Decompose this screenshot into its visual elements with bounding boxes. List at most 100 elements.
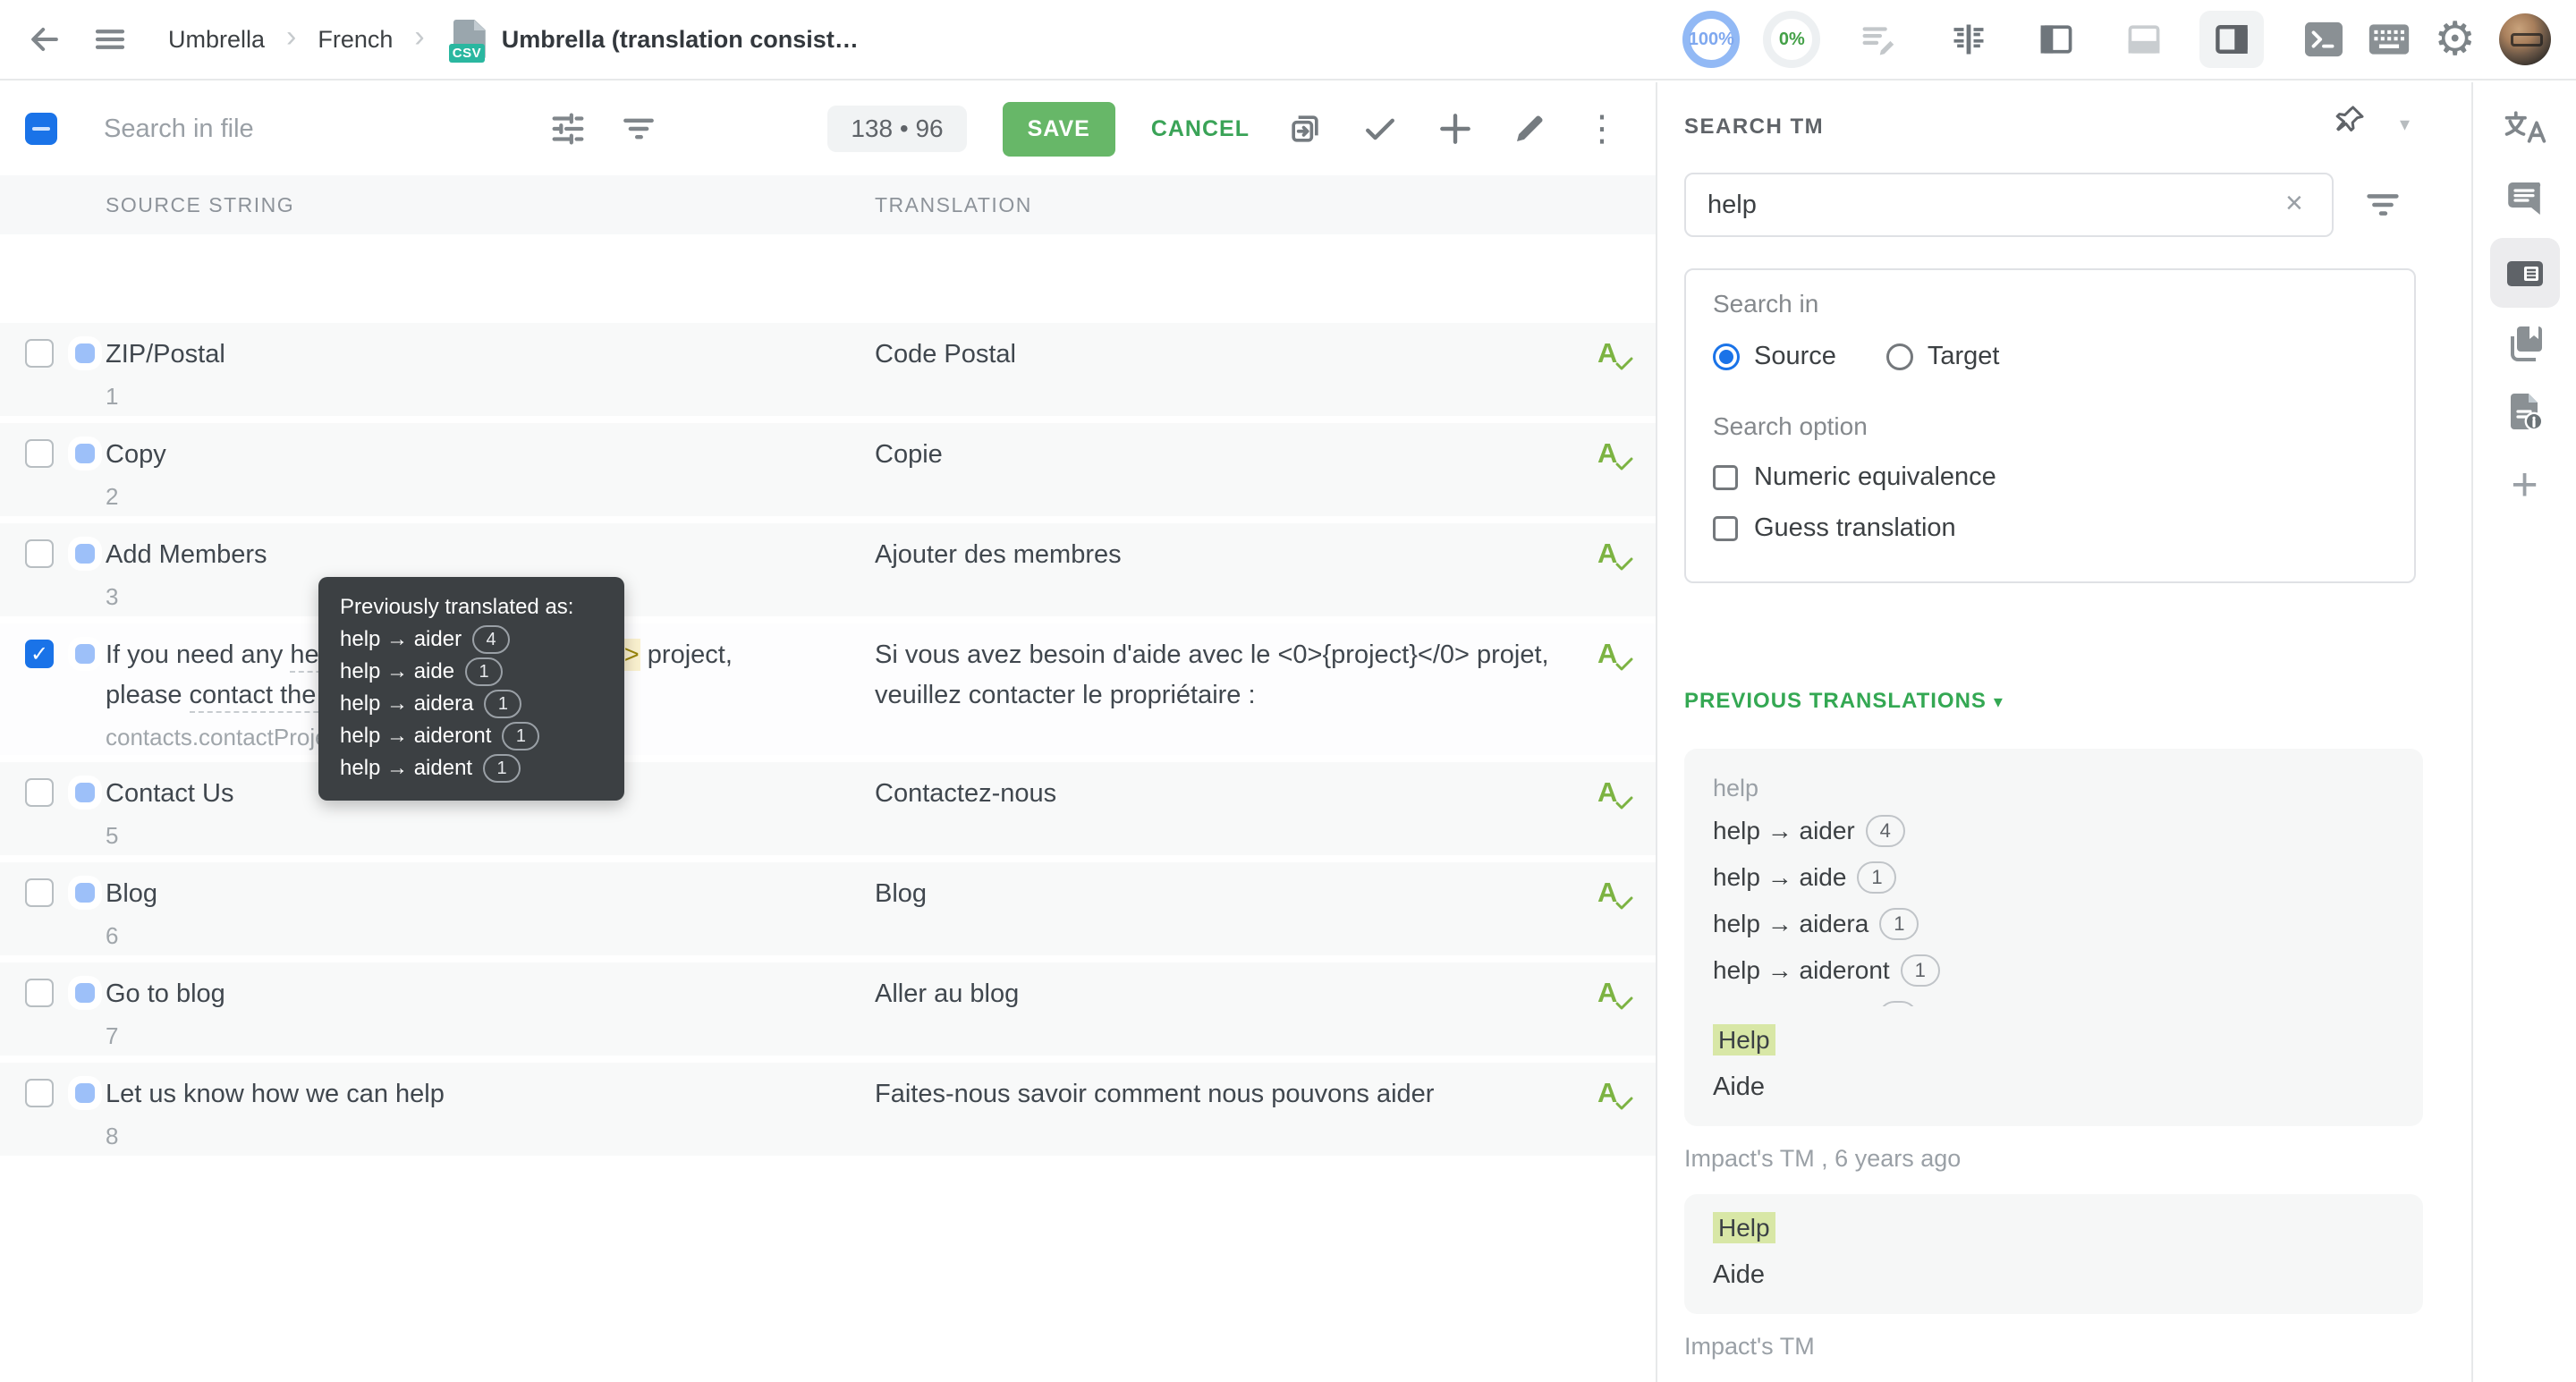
- tm-filter-icon[interactable]: [2362, 184, 2403, 225]
- spellcheck-ok-icon: A: [1597, 337, 1637, 377]
- search-in-file-input[interactable]: Search in file: [104, 114, 254, 144]
- copy-source-icon[interactable]: [1285, 109, 1325, 148]
- table-row[interactable]: Contact Us 5 Contactez-nous A: [0, 762, 1656, 855]
- prev-count-badge: 1: [1857, 861, 1896, 894]
- view-right-panel-icon[interactable]: [2199, 11, 2264, 68]
- spellcheck-ok-icon: A: [1597, 437, 1637, 477]
- translated-progress[interactable]: 100%: [1682, 11, 1740, 68]
- side-tools-strip: +: [2471, 82, 2576, 1382]
- source-text: ZIP/Postal: [106, 335, 848, 375]
- save-button[interactable]: SAVE: [1003, 102, 1115, 157]
- target-radio[interactable]: [1886, 343, 1913, 370]
- panel-title: SEARCH TM: [1684, 114, 1824, 140]
- search-option-label: Search option: [1713, 412, 2387, 441]
- menu-icon[interactable]: [91, 21, 129, 58]
- translation-text: Ajouter des membres: [875, 535, 1590, 575]
- row-checkbox[interactable]: [25, 339, 54, 368]
- tm-result-card[interactable]: Help Aide: [1684, 1194, 2423, 1314]
- tooltip-title: Previously translated as:: [340, 591, 603, 623]
- view-comfortable-icon[interactable]: [1936, 11, 2001, 68]
- keyboard-icon[interactable]: [2368, 22, 2411, 56]
- row-checkbox-checked[interactable]: ✓: [25, 640, 54, 668]
- numeric-equivalence-checkbox[interactable]: [1713, 465, 1738, 490]
- source-text: Blog: [106, 874, 848, 914]
- more-options-icon[interactable]: ⋮: [1584, 108, 1620, 149]
- edit-list-icon[interactable]: [1858, 19, 1899, 60]
- top-bar: Umbrella › French › CSV Umbrella (transl…: [0, 0, 2576, 81]
- breadcrumb-language[interactable]: French: [318, 26, 393, 54]
- row-checkbox[interactable]: [25, 979, 54, 1007]
- string-list: ZIP/Postal 1 Code Postal A Copy 2 Copie …: [0, 242, 1656, 1382]
- guess-translation-label[interactable]: Guess translation: [1754, 513, 1956, 543]
- tm-result-source: Help: [1713, 1024, 1775, 1056]
- comments-icon[interactable]: [2504, 177, 2546, 220]
- table-row[interactable]: Copy 2 Copie A: [0, 423, 1656, 516]
- tm-result-source: Help: [1713, 1212, 1775, 1243]
- row-checkbox[interactable]: [25, 878, 54, 907]
- search-tm-panel: SEARCH TM ▾ × Search in Source Target Se…: [1659, 82, 2471, 1382]
- row-checkbox[interactable]: [25, 1079, 54, 1107]
- spellcheck-ok-icon: A: [1597, 1077, 1637, 1116]
- row-checkbox[interactable]: [25, 439, 54, 468]
- string-status-icon: [75, 343, 95, 363]
- chevron-down-icon[interactable]: ▾: [2400, 113, 2410, 136]
- glossary-icon[interactable]: [2504, 322, 2546, 365]
- settings-gear-icon[interactable]: ⚙: [2434, 13, 2476, 66]
- string-id: 2: [106, 479, 848, 513]
- editor-toolbar: Search in file 138 • 96 SAVE CANCEL: [0, 82, 1656, 175]
- source-radio[interactable]: [1713, 343, 1740, 370]
- filter-settings-icon[interactable]: [547, 108, 589, 149]
- tm-search-input[interactable]: [1684, 173, 2334, 237]
- target-radio-label[interactable]: Target: [1928, 342, 2000, 371]
- source-radio-label[interactable]: Source: [1754, 342, 1836, 371]
- csv-badge: CSV: [449, 44, 485, 63]
- translation-text: Copie: [875, 435, 1590, 475]
- back-icon[interactable]: [25, 20, 64, 59]
- breadcrumb-project[interactable]: Umbrella: [168, 26, 265, 54]
- search-in-label: Search in: [1713, 290, 2387, 318]
- add-panel-icon[interactable]: +: [2511, 462, 2538, 508]
- tooltip-pair: help → aideront: [340, 720, 491, 752]
- filter-icon[interactable]: [619, 109, 658, 148]
- add-string-icon[interactable]: [1436, 109, 1475, 148]
- view-bottom-panel-icon[interactable]: [2112, 11, 2176, 68]
- terminal-icon[interactable]: [2303, 21, 2344, 58]
- string-id: 6: [106, 919, 848, 953]
- approve-check-icon[interactable]: [1360, 109, 1400, 148]
- prev-pair: help → aider: [1713, 808, 1855, 854]
- pin-icon[interactable]: [2332, 102, 2368, 138]
- table-row[interactable]: Go to blog 7 Aller au blog A: [0, 962, 1656, 1056]
- table-row[interactable]: ZIP/Postal 1 Code Postal A: [0, 323, 1656, 416]
- table-row[interactable]: Blog 6 Blog A: [0, 862, 1656, 955]
- translation-text: Code Postal: [875, 335, 1590, 375]
- file-info-icon[interactable]: [2504, 390, 2546, 433]
- source-text: Let us know how we can help: [106, 1074, 848, 1115]
- edit-pencil-icon[interactable]: [1511, 110, 1548, 148]
- previous-translations-toggle[interactable]: PREVIOUS TRANSLATIONS▾: [1684, 689, 2004, 714]
- row-checkbox[interactable]: [25, 778, 54, 807]
- select-all-checkbox[interactable]: [25, 113, 57, 145]
- approved-progress[interactable]: 0%: [1763, 11, 1820, 68]
- prev-count-badge: 1: [1901, 954, 1940, 987]
- table-row[interactable]: Let us know how we can help 8 Faites-nou…: [0, 1063, 1656, 1156]
- cancel-button[interactable]: CANCEL: [1151, 116, 1250, 142]
- user-avatar[interactable]: [2499, 13, 2551, 65]
- tm-result-card[interactable]: Help Aide: [1684, 1006, 2423, 1126]
- table-header: SOURCE STRING TRANSLATION: [0, 175, 1656, 234]
- prev-count-badge: 4: [1866, 815, 1905, 847]
- breadcrumb-file[interactable]: Umbrella (translation consist…: [502, 26, 859, 54]
- translation-text: Si vous avez besoin d'aide avec le <0>{p…: [875, 635, 1590, 716]
- translate-icon[interactable]: [2502, 106, 2548, 148]
- tooltip-count-badge: 1: [502, 722, 539, 750]
- table-row[interactable]: Add Members 3 Ajouter des membres A: [0, 523, 1656, 616]
- guess-translation-checkbox[interactable]: [1713, 516, 1738, 541]
- string-status-icon: [75, 983, 95, 1003]
- clear-search-icon[interactable]: ×: [2285, 188, 2303, 218]
- table-row-selected[interactable]: ✓ If you need any help with the <0>{proj…: [0, 623, 1656, 755]
- numeric-equivalence-label[interactable]: Numeric equivalence: [1754, 462, 1996, 492]
- editor-area: Search in file 138 • 96 SAVE CANCEL: [0, 82, 1657, 1382]
- translation-memory-icon[interactable]: [2504, 252, 2546, 295]
- view-side-by-side-icon[interactable]: [2024, 11, 2089, 68]
- row-checkbox[interactable]: [25, 539, 54, 568]
- spellcheck-ok-icon: A: [1597, 538, 1637, 577]
